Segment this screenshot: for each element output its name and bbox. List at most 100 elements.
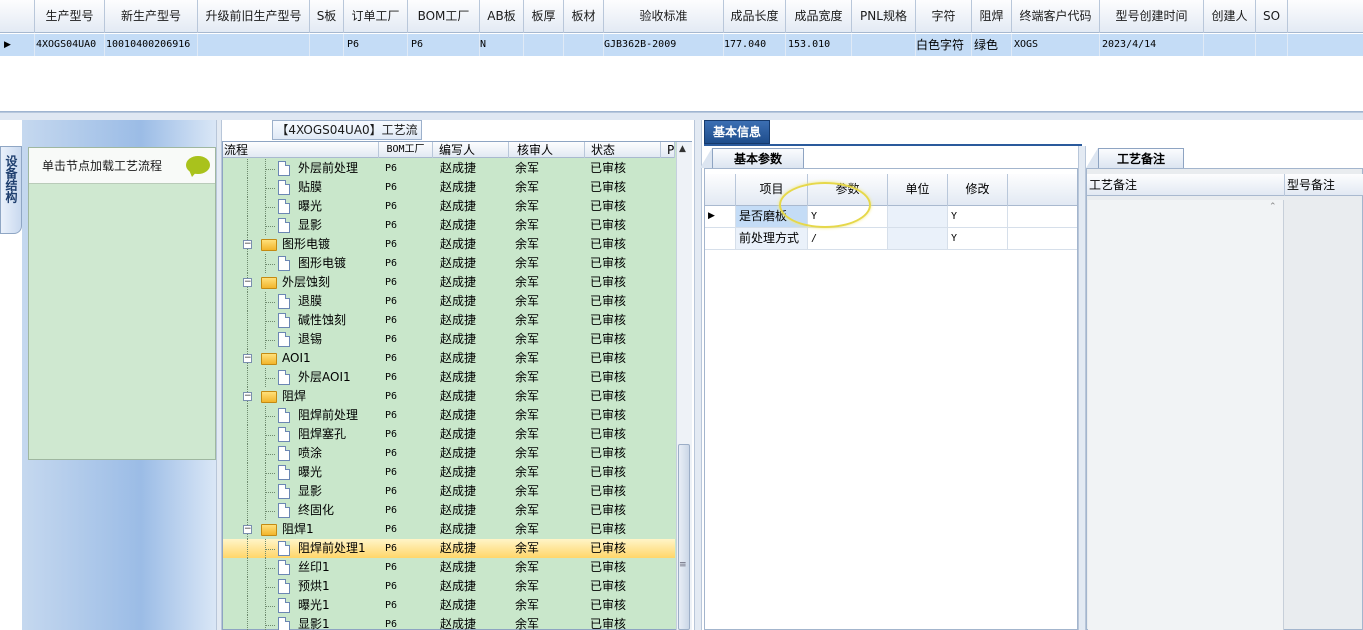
tree-node-label[interactable]: 阻焊前处理1 (298, 539, 366, 558)
cell-reviewer[interactable]: 余军 (515, 482, 539, 501)
tree-node-label[interactable]: 阻焊塞孔 (298, 425, 346, 444)
cell-status[interactable]: 已审核 (590, 596, 626, 615)
cell-status[interactable]: 已审核 (590, 368, 626, 387)
tab-basic-info[interactable]: 基本信息 (704, 120, 770, 144)
cell-writer[interactable]: 赵成捷 (440, 387, 476, 406)
cell-acceptance-standard[interactable]: GJB362B-2009 (604, 34, 724, 56)
cell-param[interactable]: / (808, 228, 888, 249)
cell-reviewer[interactable]: 余军 (515, 273, 539, 292)
cell-writer[interactable]: 赵成捷 (440, 349, 476, 368)
cell-writer[interactable]: 赵成捷 (440, 159, 476, 178)
col-pnl-spec[interactable]: PNL规格 (852, 0, 916, 33)
tree-node-label[interactable]: 曝光1 (298, 596, 330, 615)
tree-node-label[interactable]: 退膜 (298, 292, 322, 311)
tree-row[interactable]: 外层前处理 P6 赵成捷 余军 已审核 (223, 159, 675, 178)
col-model-notes[interactable]: 型号备注 (1285, 174, 1363, 196)
cell-reviewer[interactable]: 余军 (515, 292, 539, 311)
tab-basic-params[interactable]: 基本参数 (712, 148, 804, 168)
cell-status[interactable]: 已审核 (590, 273, 626, 292)
tree-node-label[interactable]: 外层蚀刻 (282, 273, 330, 292)
col-character[interactable]: 字符 (916, 0, 972, 33)
cell-reviewer[interactable]: 余军 (515, 539, 539, 558)
cell-reviewer[interactable]: 余军 (515, 444, 539, 463)
tree-node-label[interactable]: 图形电镀 (298, 254, 346, 273)
tree-node-label[interactable]: 碱性蚀刻 (298, 311, 346, 330)
cell-bom-factory[interactable]: P6 (385, 520, 397, 539)
col-product-width[interactable]: 成品宽度 (786, 0, 852, 33)
cell-writer[interactable]: 赵成捷 (440, 254, 476, 273)
tree-node-label[interactable]: 外层AOI1 (298, 368, 351, 387)
table-row[interactable]: ▶ 是否磨板 Y Y (705, 206, 1077, 228)
col-so[interactable]: SO (1256, 0, 1288, 33)
tree-row[interactable]: − AOI1 P6 赵成捷 余军 已审核 (223, 349, 675, 368)
notes-scroll-up-icon[interactable]: ⌃ (1269, 202, 1277, 212)
tree-node-label[interactable]: 阻焊1 (282, 520, 314, 539)
tree-node-label[interactable]: AOI1 (282, 349, 311, 368)
cell-board-material[interactable] (564, 34, 604, 56)
tree-row[interactable]: 阻焊前处理1 P6 赵成捷 余军 已审核 (223, 539, 675, 558)
cell-bom-factory[interactable]: P6 (385, 254, 397, 273)
cell-product-width[interactable]: 153.010 (786, 34, 852, 56)
cell-status[interactable]: 已审核 (590, 425, 626, 444)
cell-status[interactable]: 已审核 (590, 463, 626, 482)
cell-reviewer[interactable]: 余军 (515, 216, 539, 235)
col-acceptance-standard[interactable]: 验收标准 (604, 0, 724, 33)
cell-reviewer[interactable]: 余军 (515, 197, 539, 216)
collapse-icon[interactable]: − (243, 392, 252, 401)
cell-writer[interactable]: 赵成捷 (440, 577, 476, 596)
tree-row[interactable]: 终固化 P6 赵成捷 余军 已审核 (223, 501, 675, 520)
cell-status[interactable]: 已审核 (590, 292, 626, 311)
cell-status[interactable]: 已审核 (590, 178, 626, 197)
table-row[interactable]: ▶ 4XOGS04UA0 10010400206916 P6 P6 N GJB3… (0, 34, 1363, 56)
tree-row[interactable]: − 图形电镀 P6 赵成捷 余军 已审核 (223, 235, 675, 254)
collapse-icon[interactable]: − (243, 354, 252, 363)
cell-bom-factory[interactable]: P6 (385, 311, 397, 330)
tree-node-label[interactable]: 退锡 (298, 330, 322, 349)
cell-unit[interactable] (888, 206, 948, 227)
tree-row[interactable]: 外层AOI1 P6 赵成捷 余军 已审核 (223, 368, 675, 387)
col-s-board[interactable]: S板 (310, 0, 344, 33)
cell-bom-factory[interactable]: P6 (385, 368, 397, 387)
col-product-length[interactable]: 成品长度 (724, 0, 786, 33)
cell-status[interactable]: 已审核 (590, 615, 626, 630)
cell-bom-factory[interactable]: P6 (385, 444, 397, 463)
tree-row[interactable]: 丝印1 P6 赵成捷 余军 已审核 (223, 558, 675, 577)
tree-row[interactable]: − 外层蚀刻 P6 赵成捷 余军 已审核 (223, 273, 675, 292)
cell-bom-factory[interactable]: P6 (385, 615, 397, 630)
tree-row[interactable]: 喷涂 P6 赵成捷 余军 已审核 (223, 444, 675, 463)
col-new-production-model[interactable]: 新生产型号 (105, 0, 198, 33)
cell-board-thickness[interactable] (524, 34, 564, 56)
table-row[interactable]: 前处理方式 / Y (705, 228, 1077, 250)
cell-writer[interactable]: 赵成捷 (440, 482, 476, 501)
col-old-production-model[interactable]: 升级前旧生产型号 (198, 0, 310, 33)
tree-row[interactable]: 退锡 P6 赵成捷 余军 已审核 (223, 330, 675, 349)
cell-status[interactable]: 已审核 (590, 520, 626, 539)
cell-bom-factory[interactable]: P6 (385, 558, 397, 577)
cell-writer[interactable]: 赵成捷 (440, 368, 476, 387)
cell-reviewer[interactable]: 余军 (515, 368, 539, 387)
cell-reviewer[interactable]: 余军 (515, 178, 539, 197)
cell-status[interactable]: 已审核 (590, 501, 626, 520)
cell-bom-factory[interactable]: P6 (385, 539, 397, 558)
cell-reviewer[interactable]: 余军 (515, 558, 539, 577)
tree-row[interactable]: 碱性蚀刻 P6 赵成捷 余军 已审核 (223, 311, 675, 330)
col-modify[interactable]: 修改 (948, 174, 1008, 206)
cell-character[interactable]: 白色字符 (916, 34, 972, 56)
cell-status[interactable]: 已审核 (590, 197, 626, 216)
cell-ab-board[interactable]: N (480, 34, 524, 56)
col-board-thickness[interactable]: 板厚 (524, 0, 564, 33)
cell-bom-factory[interactable]: P6 (385, 482, 397, 501)
cell-bom-factory[interactable]: P6 (385, 501, 397, 520)
cell-new-production-model[interactable]: 10010400206916 (105, 34, 198, 56)
middle-splitter[interactable] (694, 120, 702, 630)
cell-so[interactable] (1256, 34, 1288, 56)
cell-writer[interactable]: 赵成捷 (440, 596, 476, 615)
collapse-icon[interactable]: − (243, 525, 252, 534)
scrollbar-thumb[interactable] (678, 444, 690, 630)
cell-writer[interactable]: 赵成捷 (440, 311, 476, 330)
tree-node-label[interactable]: 显影1 (298, 615, 330, 630)
cell-writer[interactable]: 赵成捷 (440, 216, 476, 235)
cell-product-length[interactable]: 177.040 (724, 34, 786, 56)
cell-end-customer-code[interactable]: XOGS (1012, 34, 1100, 56)
cell-unit[interactable] (888, 228, 948, 249)
